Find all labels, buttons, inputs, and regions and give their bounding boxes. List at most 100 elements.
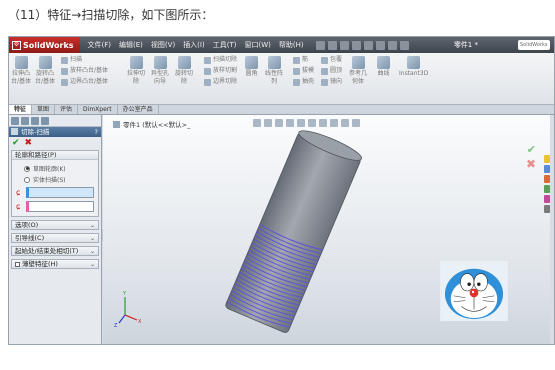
tab-sketch[interactable]: 草图 [32,105,56,114]
wrap-icon [321,56,328,64]
menu-view[interactable]: 视图(V) [147,40,179,50]
tab-dimxpert[interactable]: DimXpert [78,105,118,114]
menu-bar: 文件(F) 编辑(E) 视图(V) 插入(I) 工具(T) 窗口(W) 帮助(H… [84,40,308,50]
sketch-profile-radio[interactable]: 草图轮廓(K) [16,163,94,174]
solidworks-logo[interactable]: ⟐ SolidWorks [9,37,80,53]
print-icon[interactable] [351,40,361,50]
wrap-button[interactable]: 包覆 [321,56,342,64]
swept-cut-icon [204,56,211,64]
extrude-cut-button[interactable]: 拉伸切 除 [127,56,145,86]
instant3d-button[interactable]: Instant3D [399,56,428,78]
hole-wizard-button[interactable]: 异型孔 向导 [151,56,169,86]
display-manager-icon[interactable] [41,116,49,125]
profile-selection-box[interactable] [26,186,94,198]
dome-icon [321,67,328,75]
group-header[interactable]: 轮廓和路径(P) [12,151,98,160]
mirror-button[interactable]: 镜向 [321,78,342,86]
path-selection-box[interactable] [26,200,94,212]
hole-wizard-icon [153,56,167,69]
extrude-boss-button[interactable]: 拉伸凸 台/基体 [11,56,31,86]
draft-button[interactable]: 拔模 [293,67,314,75]
extrude-boss-icon [14,56,28,69]
tab-evaluate[interactable]: 评估 [55,105,79,114]
command-manager: 拉伸凸 台/基体 旋转凸 台/基体 扫描 放样凸台/基体 边界凸台/基体 拉伸切… [9,53,554,105]
rebuild-icon[interactable] [387,40,397,50]
manager-tabs [9,115,101,127]
boundary-boss-icon [61,78,68,86]
boundary-cut-button[interactable]: 边界切除 [204,78,237,86]
profile-selection-row: ɕ [16,185,94,199]
swept-cut-button[interactable]: 扫描切除 [204,56,237,64]
threaded-cylinder[interactable] [225,126,365,334]
guide-curves-group[interactable]: 引导线(C) ⌄ [11,233,99,243]
revolve-boss-button[interactable]: 旋转凸 台/基体 [35,56,55,86]
thin-feature-group[interactable]: 薄壁特征(H) ⌄ [11,259,99,269]
search-input[interactable]: SolidWorks [518,40,550,50]
extrude-cut-icon [129,56,143,69]
dome-button[interactable]: 圆顶 [321,67,342,75]
options-icon[interactable] [399,40,409,50]
property-manager-icon[interactable] [21,116,29,125]
lofted-cut-button[interactable]: 放样切割 [204,67,237,75]
triad-z-label: Z [114,323,118,329]
graphics-area[interactable]: 零件1 (默认<<默认>_ ✔ ✖ Y X Z [103,115,550,344]
path-selection-row: ɕ [16,199,94,213]
cancel-icon[interactable]: ✖ [25,138,33,148]
solid-sweep-radio[interactable]: 实体扫描(S) [16,174,94,185]
lofted-cut-icon [204,67,211,75]
options-group[interactable]: 选项(O) ⌄ [11,220,99,230]
menu-tools[interactable]: 工具(T) [209,40,241,50]
swept-cut-title-icon [11,128,18,135]
undo-icon[interactable] [363,40,373,50]
thin-feature-checkbox[interactable] [15,261,20,267]
profile-path-group: 轮廓和路径(P) 草图轮廓(K) 实体扫描(S) ɕ ɕ [11,150,99,217]
fillet-button[interactable]: 圆角 [245,56,258,78]
menu-insert[interactable]: 插入(I) [179,40,209,50]
boundary-boss-button[interactable]: 边界凸台/基体 [61,78,108,86]
pm-title: 切除-扫描 [21,128,50,136]
rib-button[interactable]: 筋 [293,56,308,64]
configuration-icon[interactable] [31,116,39,125]
menu-file[interactable]: 文件(F) [84,40,116,50]
save-icon[interactable] [339,40,349,50]
start-end-tangency-group[interactable]: 起始处/结束处相切(T) ⌄ [11,246,99,256]
instant3d-icon [407,56,421,69]
linear-pattern-button[interactable]: 线性阵 列 [265,56,283,86]
radio-selected-icon [24,165,30,172]
revolve-cut-button[interactable]: 旋转切 除 [175,56,193,86]
linear-pattern-icon [267,56,281,69]
property-manager: 切除-扫描 ? ✔ ✖ 轮廓和路径(P) 草图轮廓(K) 实体扫描(S) ɕ ɕ… [9,115,102,344]
command-tabs: 特征 草图 评估 DimXpert 办公室产品 [9,105,554,115]
menu-help[interactable]: 帮助(H) [275,40,308,50]
new-icon[interactable] [315,40,325,50]
triad-z-axis [118,314,126,324]
mirror-icon [321,78,328,86]
profile-icon: ɕ [16,187,21,197]
radio-unselected-icon [24,176,30,183]
shell-button[interactable]: 抽壳 [293,78,314,86]
revolve-cut-icon [177,56,191,69]
revolve-boss-icon [38,56,52,69]
title-bar: ⟐ SolidWorks 文件(F) 编辑(E) 视图(V) 插入(I) 工具(… [9,37,554,53]
chevron-down-icon: ⌄ [89,234,95,242]
help-icon[interactable]: ? [95,127,98,137]
pm-title-bar: 切除-扫描 ? [9,127,101,137]
tab-office-products[interactable]: 办公室产品 [118,105,159,114]
open-icon[interactable] [327,40,337,50]
sweep-button[interactable]: 扫描 [61,56,82,64]
tab-features[interactable]: 特征 [9,105,33,114]
draft-icon [293,67,300,75]
ok-icon[interactable]: ✔ [12,138,20,148]
path-icon: ɕ [16,201,21,211]
menu-edit[interactable]: 编辑(E) [115,40,147,50]
rib-icon [293,56,300,64]
triad-x-label: X [138,319,142,325]
curves-button[interactable]: 曲线 [377,56,390,78]
feature-tree-icon[interactable] [11,116,19,125]
loft-boss-button[interactable]: 放样凸台/基体 [61,67,108,75]
chevron-down-icon: ⌄ [89,221,95,229]
caption-text: （11）特征→扫描切除，如下图所示： [8,8,214,22]
menu-window[interactable]: 窗口(W) [240,40,274,50]
select-icon[interactable] [375,40,385,50]
reference-geometry-button[interactable]: 参考几 何体 [349,56,367,86]
